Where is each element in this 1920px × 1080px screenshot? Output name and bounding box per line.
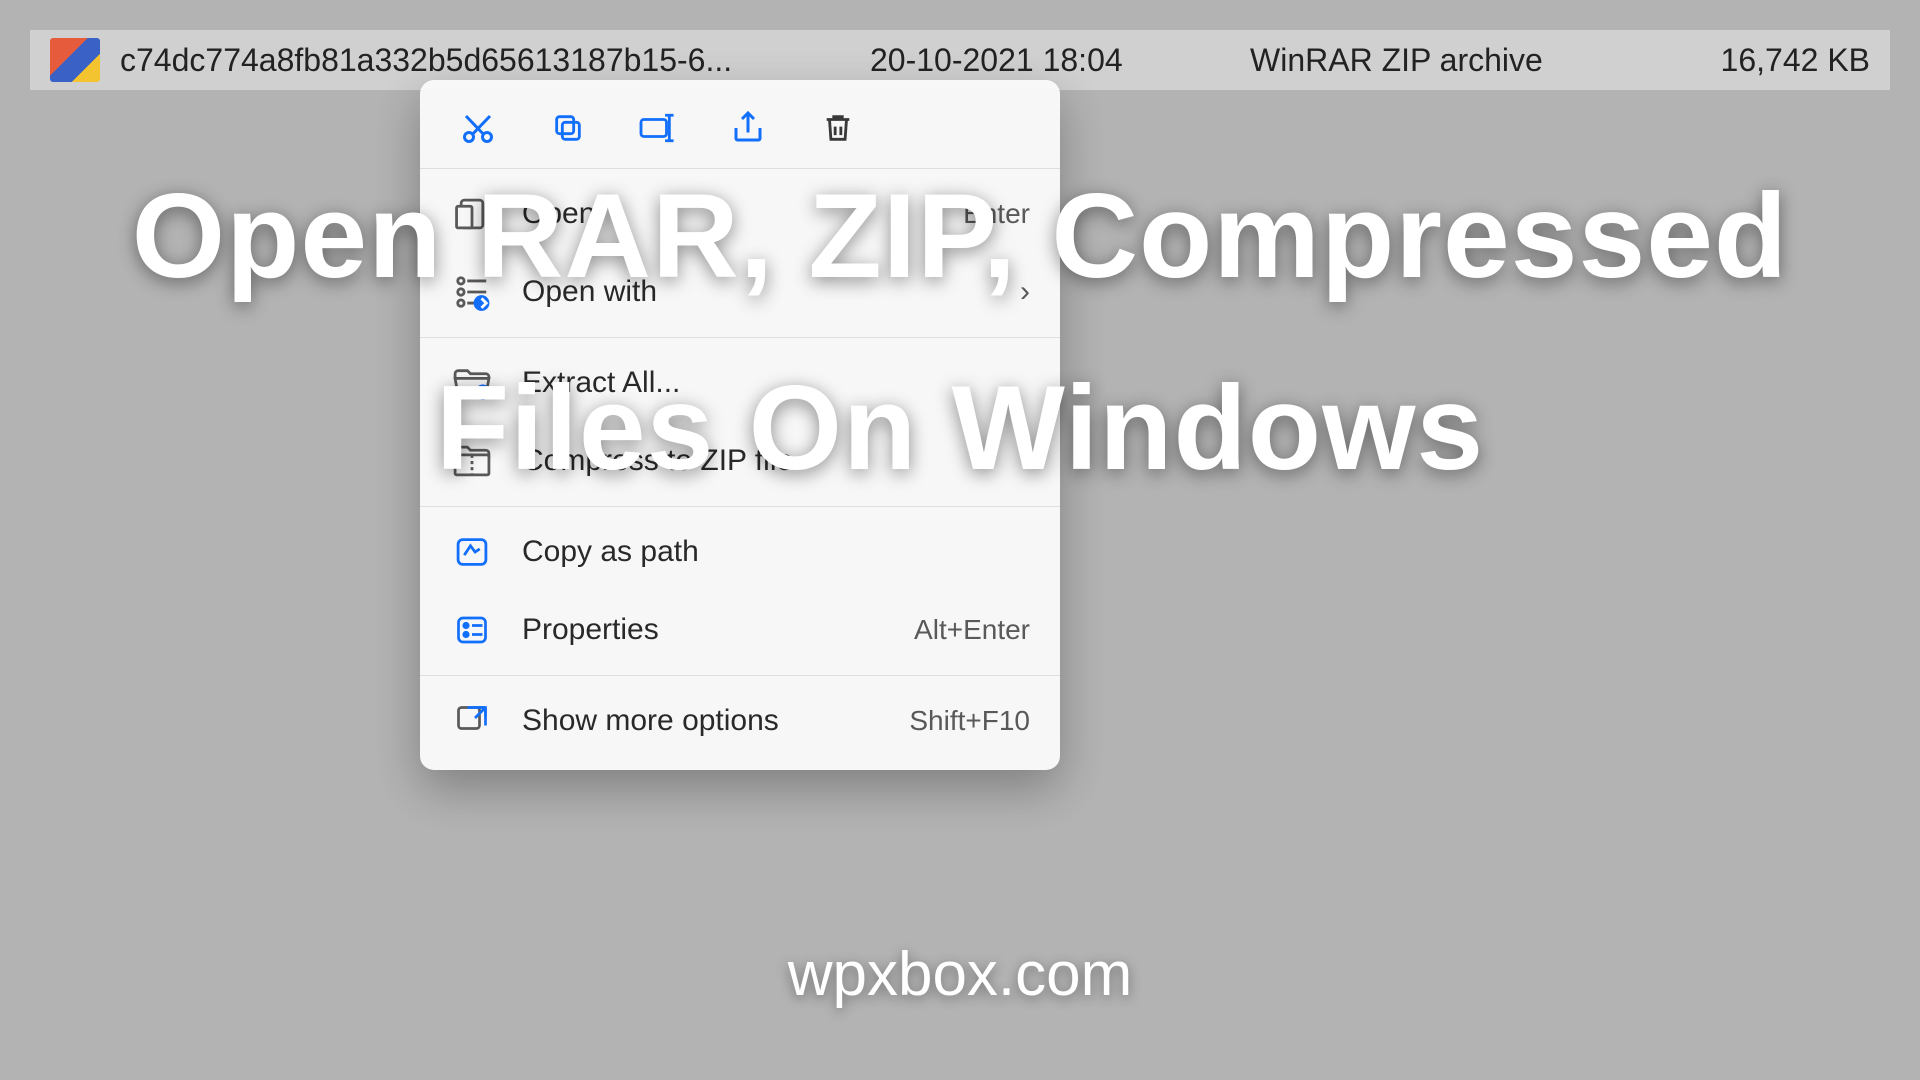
chevron-right-icon: › — [1020, 275, 1030, 309]
menu-item-label: Copy as path — [522, 535, 1030, 569]
menu-item-shortcut: Alt+Enter — [914, 614, 1030, 646]
file-type: WinRAR ZIP archive — [1250, 42, 1650, 79]
file-date: 20-10-2021 18:04 — [870, 42, 1230, 79]
menu-item-label: Open — [522, 197, 935, 231]
delete-icon[interactable] — [818, 108, 858, 148]
winrar-icon — [50, 38, 100, 82]
menu-item-label: Open with — [522, 275, 992, 309]
menu-open[interactable]: Open Enter — [420, 175, 1060, 253]
menu-item-label: Compress to ZIP file — [522, 444, 1030, 478]
rename-icon[interactable] — [638, 108, 678, 148]
file-size: 16,742 KB — [1670, 42, 1870, 79]
menu-item-label: Show more options — [522, 704, 881, 738]
properties-icon — [450, 608, 494, 652]
menu-item-shortcut: Shift+F10 — [909, 705, 1030, 737]
menu-show-more[interactable]: Show more options Shift+F10 — [420, 682, 1060, 760]
menu-copy-path[interactable]: Copy as path — [420, 513, 1060, 591]
menu-open-with[interactable]: Open with › — [420, 253, 1060, 331]
open-icon — [450, 192, 494, 236]
show-more-icon — [450, 699, 494, 743]
watermark: wpxbox.com — [0, 939, 1920, 1010]
context-menu: Open Enter Open with › Extract All... Co… — [420, 80, 1060, 770]
share-icon[interactable] — [728, 108, 768, 148]
compress-icon — [450, 439, 494, 483]
extract-icon — [450, 361, 494, 405]
menu-iconbar — [420, 90, 1060, 162]
menu-item-label: Extract All... — [522, 366, 1030, 400]
menu-properties[interactable]: Properties Alt+Enter — [420, 591, 1060, 669]
menu-item-shortcut: Enter — [963, 198, 1030, 230]
menu-compress-zip[interactable]: Compress to ZIP file — [420, 422, 1060, 500]
copy-icon[interactable] — [548, 108, 588, 148]
file-name: c74dc774a8fb81a332b5d65613187b15-6... — [120, 42, 850, 79]
menu-extract-all[interactable]: Extract All... — [420, 344, 1060, 422]
cut-icon[interactable] — [458, 108, 498, 148]
menu-item-label: Properties — [522, 613, 886, 647]
open-with-icon — [450, 270, 494, 314]
copy-path-icon — [450, 530, 494, 574]
